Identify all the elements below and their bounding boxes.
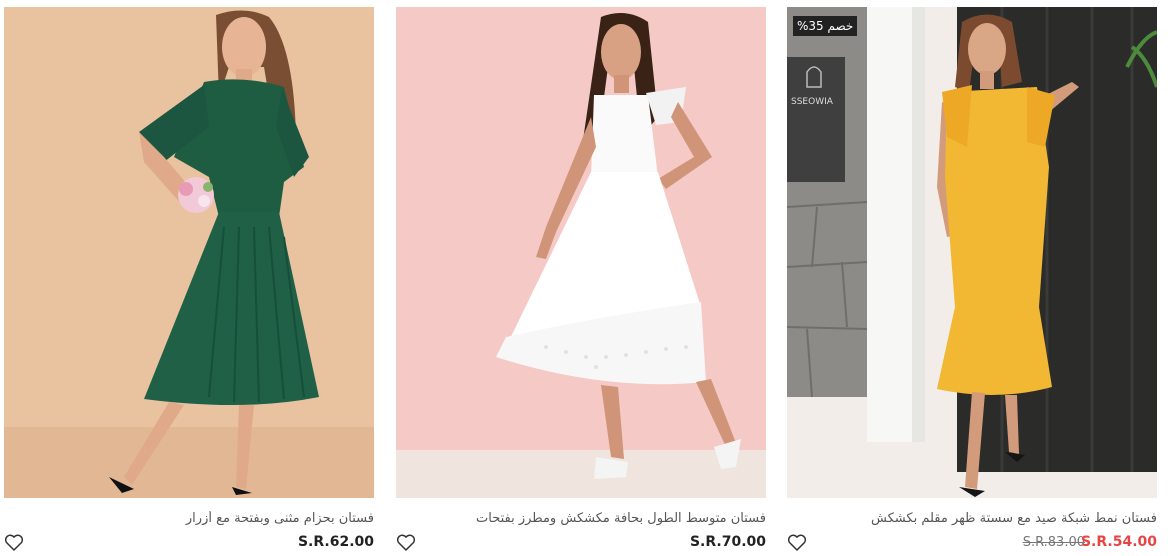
product-price: S.R.70.00 bbox=[689, 534, 766, 550]
heart-outline-icon[interactable] bbox=[396, 534, 416, 552]
sign-text: SSEOWIA bbox=[791, 97, 834, 107]
product-title[interactable]: فستان بحزام مثنى وبفتحة مع أزرار bbox=[4, 511, 374, 526]
product-card[interactable]: فستان متوسط الطول بحافة مكشكش ومطرز بفتح… bbox=[396, 7, 766, 551]
product-card[interactable]: فستان بحزام مثنى وبفتحة مع أزرار S.R.62.… bbox=[4, 7, 374, 551]
heart-outline-icon[interactable] bbox=[4, 534, 24, 552]
product-price: S.R.62.00 bbox=[297, 534, 374, 550]
product-image[interactable] bbox=[4, 7, 374, 498]
price-row: S.R.83.00 S.R.54.00 bbox=[787, 534, 1157, 554]
discount-badge: خصم 35% bbox=[793, 16, 858, 36]
heart-outline-icon[interactable] bbox=[787, 534, 807, 552]
product-image[interactable]: SSEOWIA خصم 35% bbox=[787, 7, 1157, 498]
price-row: S.R.70.00 bbox=[396, 534, 766, 554]
product-card[interactable]: SSEOWIA خصم 35% فستان نمط شبكة صيد مع سس… bbox=[787, 7, 1157, 551]
product-title[interactable]: فستان نمط شبكة صيد مع سستة ظهر مقلم بكشك… bbox=[787, 511, 1157, 526]
original-price: S.R.83.00 bbox=[1022, 535, 1085, 550]
product-title[interactable]: فستان متوسط الطول بحافة مكشكش ومطرز بفتح… bbox=[396, 511, 766, 526]
product-image[interactable] bbox=[396, 7, 766, 498]
sale-price: S.R.54.00 bbox=[1080, 534, 1157, 550]
price-row: S.R.62.00 bbox=[4, 534, 374, 554]
